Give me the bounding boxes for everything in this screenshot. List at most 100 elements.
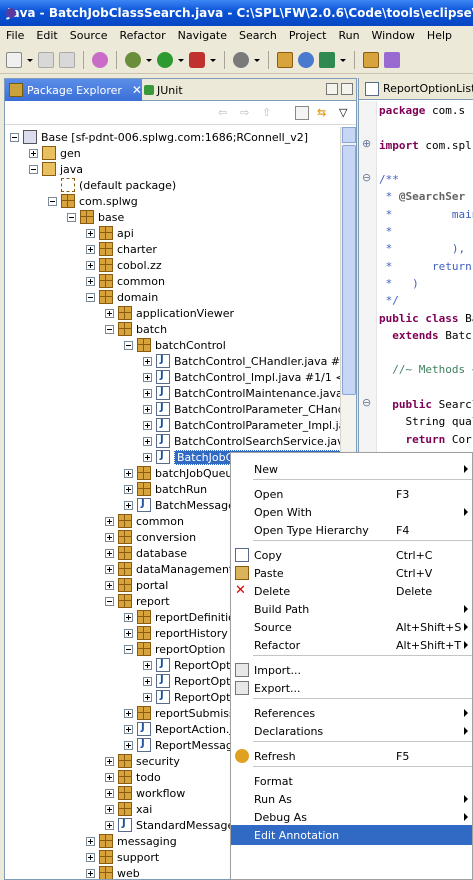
- expand-icon[interactable]: [143, 356, 152, 366]
- new-class-icon[interactable]: [298, 51, 314, 68]
- menu-item-open[interactable]: Open F3: [231, 484, 472, 504]
- expand-icon[interactable]: [124, 740, 133, 750]
- expand-icon[interactable]: [143, 420, 152, 430]
- expand-icon[interactable]: [86, 276, 95, 286]
- expand-icon[interactable]: [105, 804, 114, 814]
- collapse-icon[interactable]: [86, 292, 95, 302]
- expand-icon[interactable]: [124, 708, 133, 718]
- collapse-icon[interactable]: [48, 196, 57, 206]
- menu-item-refresh[interactable]: Refresh F5: [231, 746, 472, 766]
- menu-search[interactable]: Search: [233, 29, 283, 42]
- expand-icon[interactable]: [29, 148, 38, 158]
- expand-icon[interactable]: [143, 372, 152, 382]
- tree-row[interactable]: report: [105, 593, 170, 609]
- expand-icon[interactable]: [143, 676, 152, 686]
- tree-row[interactable]: com.splwg: [48, 193, 138, 209]
- wizard-icon[interactable]: [92, 51, 108, 68]
- tree-row[interactable]: dataManagement: [105, 561, 233, 577]
- expand-icon[interactable]: [143, 660, 152, 670]
- tree-row[interactable]: workflow: [105, 785, 185, 801]
- tree-row[interactable]: security: [105, 753, 180, 769]
- pin-icon[interactable]: [233, 51, 249, 68]
- expand-icon[interactable]: [105, 580, 114, 590]
- tree-row[interactable]: batchControl: [124, 337, 226, 353]
- tree-row[interactable]: ReportAction.j: [124, 721, 232, 737]
- tab-package-explorer[interactable]: Package Explorer ✕: [5, 79, 142, 101]
- tree-row[interactable]: batchJobQueue: [124, 465, 239, 481]
- expand-icon[interactable]: [143, 404, 152, 414]
- tree-row[interactable]: xai: [105, 801, 152, 817]
- fold-expand-icon[interactable]: ⊕: [362, 137, 371, 150]
- collapse-icon[interactable]: [67, 212, 76, 222]
- new-test-icon[interactable]: [319, 51, 335, 68]
- tree-row[interactable]: batch: [105, 321, 167, 337]
- expand-icon[interactable]: [143, 692, 152, 702]
- menu-item-edit-annotation[interactable]: Edit Annotation: [231, 825, 472, 845]
- tree-row[interactable]: BatchControl_Impl.java #1/1 <te: [143, 369, 342, 385]
- save-icon[interactable]: [38, 51, 54, 68]
- tree-row[interactable]: BatchControlParameter_Impl.jav: [143, 417, 342, 433]
- expand-icon[interactable]: [143, 452, 152, 462]
- new-dropdown-icon[interactable]: [27, 52, 33, 68]
- tree-row[interactable]: BatchControlSearchService.java: [143, 433, 342, 449]
- tree-row[interactable]: BatchMessage: [124, 497, 235, 513]
- tree-row[interactable]: domain: [86, 289, 158, 305]
- expand-icon[interactable]: [105, 516, 114, 526]
- editor-tab[interactable]: ReportOptionListM: [359, 78, 473, 100]
- menu-item-delete[interactable]: ✕ Delete Delete: [231, 581, 472, 601]
- tree-row[interactable]: common: [86, 273, 165, 289]
- menu-refactor[interactable]: Refactor: [114, 29, 172, 42]
- search-icon[interactable]: [384, 51, 400, 68]
- menu-project[interactable]: Project: [283, 29, 333, 42]
- debug-dropdown-icon[interactable]: [146, 52, 152, 68]
- menu-window[interactable]: Window: [366, 29, 421, 42]
- tree-row[interactable]: batchRun: [124, 481, 207, 497]
- menu-item-declarations[interactable]: Declarations: [231, 721, 472, 741]
- menu-navigate[interactable]: Navigate: [172, 29, 233, 42]
- tree-row[interactable]: base: [67, 209, 124, 225]
- menu-item-source[interactable]: Source Alt+Shift+S: [231, 617, 472, 637]
- expand-icon[interactable]: [124, 724, 133, 734]
- expand-icon[interactable]: [105, 788, 114, 798]
- expand-icon[interactable]: [124, 468, 133, 478]
- tree-row[interactable]: cobol.zz: [86, 257, 162, 273]
- menu-help[interactable]: Help: [421, 29, 458, 42]
- scroll-thumb[interactable]: [342, 145, 356, 395]
- pin-dropdown-icon[interactable]: [254, 52, 260, 68]
- expand-icon[interactable]: [124, 628, 133, 638]
- tree-row[interactable]: reportDefinitio: [124, 609, 235, 625]
- expand-icon[interactable]: [86, 260, 95, 270]
- expand-icon[interactable]: [105, 820, 114, 830]
- scroll-up-arrow[interactable]: [342, 127, 356, 143]
- expand-icon[interactable]: [124, 500, 133, 510]
- tree-row[interactable]: messaging: [86, 833, 177, 849]
- up-arrow-icon[interactable]: ⇧: [262, 106, 276, 120]
- tree-row[interactable]: conversion: [105, 529, 196, 545]
- collapse-icon[interactable]: [29, 164, 38, 174]
- menu-file[interactable]: File: [0, 29, 30, 42]
- tree-row[interactable]: todo: [105, 769, 161, 785]
- tree-row[interactable]: BatchControl_CHandler.java #1/1: [143, 353, 342, 369]
- menu-item-run-as[interactable]: Run As: [231, 789, 472, 809]
- back-arrow-icon[interactable]: ⇦: [218, 106, 232, 120]
- expand-icon[interactable]: [86, 228, 95, 238]
- expand-icon[interactable]: [105, 308, 114, 318]
- tree-row[interactable]: charter: [86, 241, 157, 257]
- maximize-icon[interactable]: [341, 83, 353, 95]
- tree-row[interactable]: web: [86, 865, 140, 879]
- new-icon[interactable]: [6, 51, 22, 68]
- editor-code[interactable]: package com.s import com.spl /** * @Sear…: [379, 102, 473, 500]
- menu-item-format[interactable]: Format: [231, 771, 472, 791]
- forward-arrow-icon[interactable]: ⇨: [240, 106, 254, 120]
- tree-row[interactable]: Base [sf-pdnt-006.splwg.com:1686;RConnel…: [10, 129, 308, 145]
- new-test-dropdown-icon[interactable]: [340, 52, 346, 68]
- expand-icon[interactable]: [86, 836, 95, 846]
- menu-item-import[interactable]: Import...: [231, 660, 472, 680]
- debug-icon[interactable]: [125, 51, 141, 68]
- tree-row[interactable]: database: [105, 545, 187, 561]
- run-dropdown-icon[interactable]: [178, 52, 184, 68]
- menu-item-debug-as[interactable]: Debug As: [231, 807, 472, 827]
- tree-row[interactable]: api: [86, 225, 134, 241]
- expand-icon[interactable]: [105, 756, 114, 766]
- expand-icon[interactable]: [86, 868, 95, 878]
